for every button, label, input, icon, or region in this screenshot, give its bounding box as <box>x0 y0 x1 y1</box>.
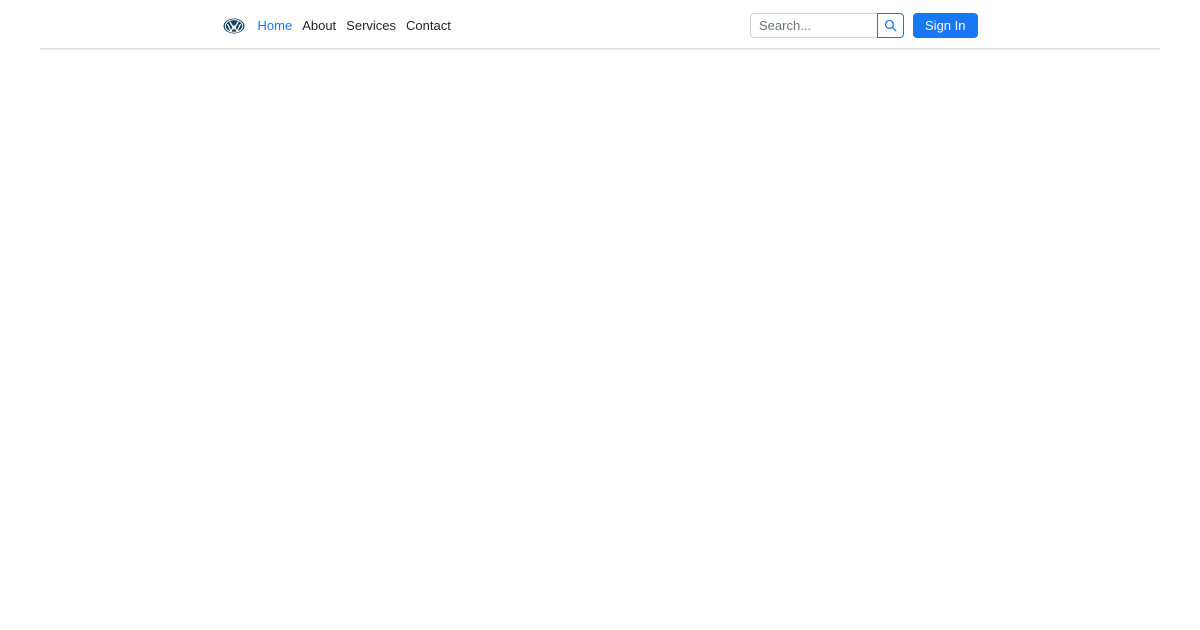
sign-in-button[interactable]: Sign In <box>913 13 978 38</box>
brand-logo-link[interactable] <box>223 18 245 34</box>
header-inner: Home About Services Contact Sign I <box>223 0 978 48</box>
page: Home About Services Contact Sign I <box>0 0 1200 630</box>
header: Home About Services Contact Sign I <box>0 0 1200 48</box>
search-input[interactable] <box>750 13 879 38</box>
nav-link-home[interactable]: Home <box>258 13 293 38</box>
nav-link-contact[interactable]: Contact <box>406 13 451 38</box>
search-button[interactable] <box>877 13 905 38</box>
nav-link-about[interactable]: About <box>302 13 336 38</box>
main-nav: Home About Services Contact <box>258 13 451 38</box>
search-icon <box>884 19 897 32</box>
nav-link-services[interactable]: Services <box>346 13 396 38</box>
main-content <box>0 50 1200 628</box>
search-group <box>750 13 905 38</box>
vw-logo-icon <box>223 18 245 34</box>
